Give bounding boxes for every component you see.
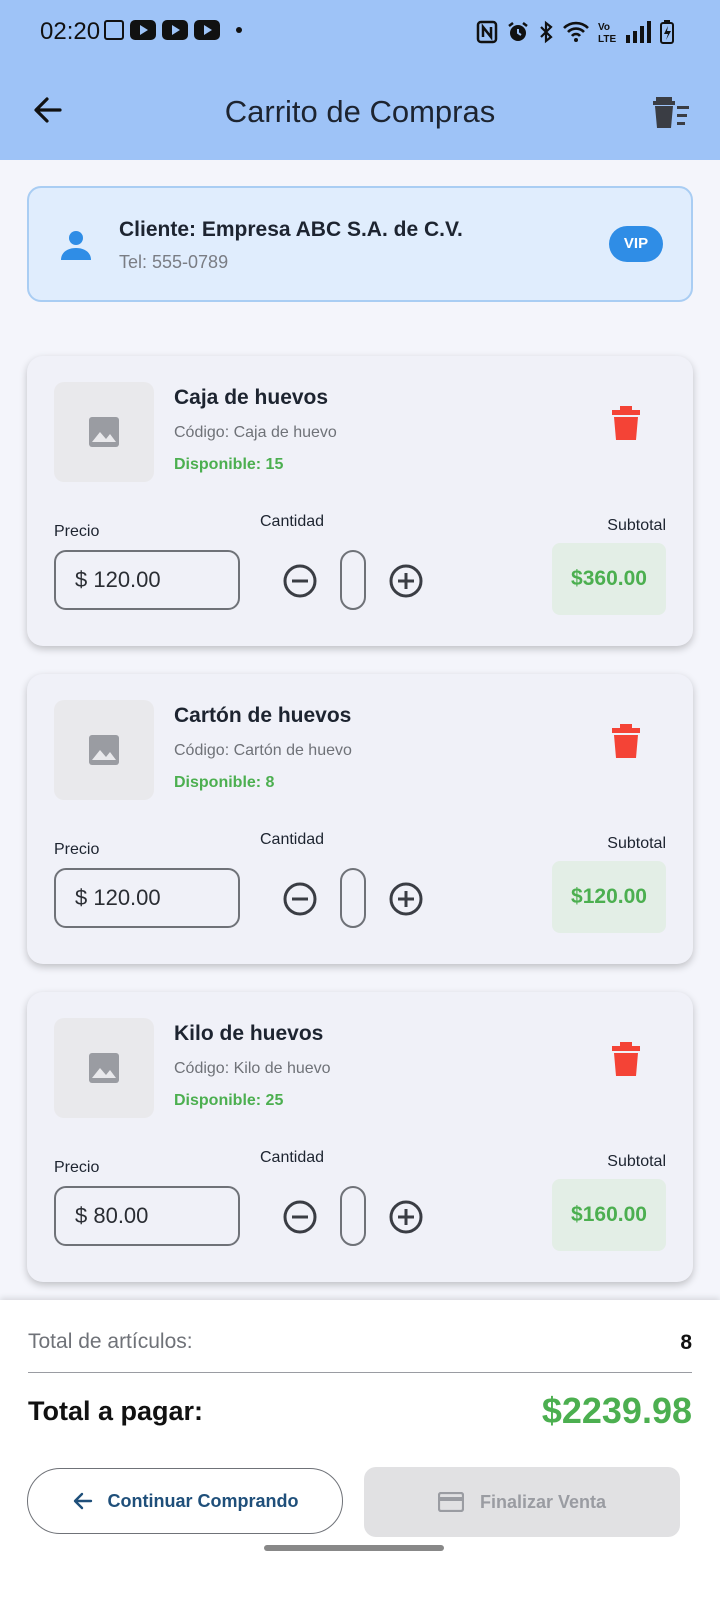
delete-item-icon[interactable]: [611, 406, 641, 440]
youtube-icon: [130, 20, 156, 40]
items-count-label: Total de artículos:: [28, 1330, 193, 1353]
youtube-icon: [162, 20, 188, 40]
continue-shopping-button[interactable]: Continuar Comprando: [27, 1468, 343, 1534]
price-input[interactable]: $ 120.00: [54, 550, 240, 610]
price-input[interactable]: $ 120.00: [54, 868, 240, 928]
quantity-label: Cantidad: [260, 831, 325, 848]
delete-item-icon[interactable]: [611, 1042, 641, 1076]
svg-text:Vo: Vo: [598, 22, 610, 33]
quantity-label: Cantidad: [260, 513, 325, 530]
price-label: Precio: [54, 523, 100, 540]
items-count-value: 8: [680, 1331, 692, 1354]
quantity-input[interactable]: [340, 868, 366, 928]
credit-card-icon: [437, 1492, 464, 1512]
price-input[interactable]: $ 80.00: [54, 1186, 240, 1246]
product-image: [54, 1018, 154, 1118]
quantity-label: Cantidad: [260, 1149, 325, 1166]
subtotal-value: $360.00: [552, 543, 666, 615]
subtotal-label: Subtotal: [607, 835, 666, 852]
subtotal-value: $160.00: [552, 1179, 666, 1251]
cart-item: Cartón de huevos Código: Cartón de huevo…: [27, 674, 693, 964]
vip-badge: VIP: [609, 226, 663, 262]
page-title: Carrito de Compras: [224, 94, 496, 129]
subtotal-label: Subtotal: [607, 1153, 666, 1170]
product-image: [54, 700, 154, 800]
product-name: Cartón de huevos: [174, 704, 352, 727]
divider: [28, 1372, 692, 1373]
decrease-quantity-icon[interactable]: [283, 1200, 317, 1234]
battery-icon: [660, 20, 674, 44]
system-icons: Vo LTE: [476, 20, 674, 44]
finish-sale-label: Finalizar Venta: [479, 1491, 607, 1512]
total-label: Total a pagar:: [28, 1396, 204, 1426]
screenshot-icon: [104, 20, 124, 40]
alarm-icon: [508, 22, 528, 41]
person-icon: [61, 231, 91, 260]
cart-item: Kilo de huevos Código: Kilo de huevo Dis…: [27, 992, 693, 1282]
decrease-quantity-icon[interactable]: [283, 564, 317, 598]
quantity-input[interactable]: [340, 1186, 366, 1246]
product-name: Caja de huevos: [174, 386, 329, 409]
image-placeholder-icon: [89, 417, 119, 447]
image-placeholder-icon: [89, 735, 119, 765]
svg-text:LTE: LTE: [598, 34, 616, 44]
status-time: 02:20: [40, 18, 101, 45]
arrow-left-icon: [73, 1492, 92, 1510]
increase-quantity-icon[interactable]: [389, 1200, 423, 1234]
signal-icon: [626, 21, 651, 43]
finish-sale-button[interactable]: Finalizar Venta: [364, 1467, 680, 1537]
quantity-input[interactable]: [340, 550, 366, 610]
youtube-icon: [194, 20, 220, 40]
customer-name: Cliente: Empresa ABC S.A. de C.V.: [119, 218, 463, 241]
cart-summary: Total de artículos: 8 Total a pagar: $22…: [0, 1300, 720, 1600]
status-bar: 02:20 Vo LTE: [0, 0, 720, 66]
clear-cart-icon[interactable]: [652, 94, 690, 130]
product-code: Código: Cartón de huevo: [174, 742, 352, 759]
delete-item-icon[interactable]: [611, 724, 641, 758]
home-indicator: [264, 1545, 444, 1551]
product-stock: Disponible: 25: [174, 1092, 284, 1109]
volte-icon: VoLTE: [598, 22, 616, 44]
price-label: Precio: [54, 841, 100, 858]
wifi-icon: [563, 21, 589, 42]
product-image: [54, 382, 154, 482]
customer-phone: Tel: 555-0789: [119, 252, 229, 272]
nfc-icon: [476, 20, 498, 44]
cart-item: Caja de huevos Código: Caja de huevo Dis…: [27, 356, 693, 646]
total-value: $2239.98: [541, 1390, 692, 1431]
continue-shopping-label: Continuar Comprando: [107, 1490, 299, 1511]
customer-card: Cliente: Empresa ABC S.A. de C.V. Tel: 5…: [27, 186, 693, 302]
image-placeholder-icon: [89, 1053, 119, 1083]
increase-quantity-icon[interactable]: [389, 882, 423, 916]
increase-quantity-icon[interactable]: [389, 564, 423, 598]
product-stock: Disponible: 8: [174, 774, 275, 791]
product-stock: Disponible: 15: [174, 456, 284, 473]
subtotal-label: Subtotal: [607, 517, 666, 534]
decrease-quantity-icon[interactable]: [283, 882, 317, 916]
subtotal-value: $120.00: [552, 861, 666, 933]
more-notifications-icon: [236, 27, 242, 33]
product-code: Código: Kilo de huevo: [174, 1060, 331, 1077]
product-code: Código: Caja de huevo: [174, 424, 337, 441]
bluetooth-icon: [540, 20, 553, 44]
app-header: 02:20 Vo LTE Carrito de Compras: [0, 0, 720, 160]
notification-icons: [104, 20, 242, 40]
price-label: Precio: [54, 1159, 100, 1176]
product-name: Kilo de huevos: [174, 1022, 324, 1045]
